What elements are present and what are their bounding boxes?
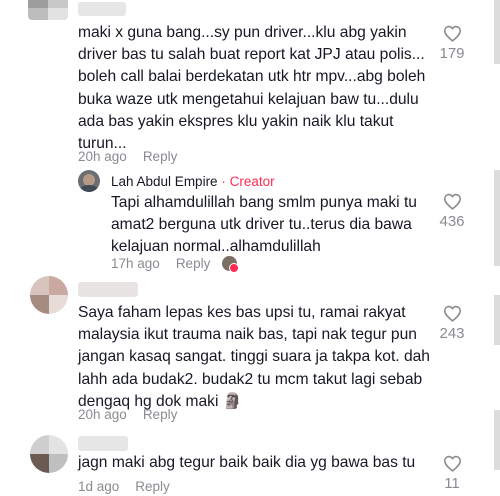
like-button[interactable]: 243 [437,305,467,342]
edge-strip [494,0,500,64]
edge-strip [494,170,500,266]
comment-time: 20h ago [78,149,127,164]
creator-badge: Creator [229,174,275,189]
comment-line: Saya faham lepas kes bas upsi tu, ramai … [78,304,406,321]
commenter-avatar[interactable] [30,276,68,314]
comment-meta: 20h ago Reply [78,149,177,165]
comment-text: jagn maki abg tegur baik baik dia yg baw… [78,452,415,474]
like-button[interactable]: 179 [437,25,467,62]
comment-line: Tapi alhamdulillah bang smlm punya maki … [111,194,417,211]
commenter-username[interactable] [78,2,126,16]
comment-time: 20h ago [78,407,127,422]
reply-button[interactable]: Reply [176,256,211,271]
like-count: 436 [439,213,465,230]
like-count: 179 [439,45,465,62]
commenter-username[interactable] [78,282,138,297]
creator-name-row: Lah Abdul Empire · Creator [111,174,275,189]
heart-outline-icon [443,25,461,42]
commenter-avatar[interactable] [28,0,68,20]
comment-line: jangan kasaq sangat. tinggi suara ja tak… [78,348,430,366]
comment-line: driver bas tu salah buat report kat JPJ … [78,46,425,64]
reply-button[interactable]: Reply [143,407,178,422]
like-button[interactable]: 11 [437,455,467,492]
comment-meta: 1d ago Reply [78,479,170,495]
creator-avatar[interactable] [78,170,100,192]
edge-strip [494,295,500,345]
comment-meta: 17h ago Reply [111,256,210,272]
comment-line: maki x guna bang...sy pun driver...klu a… [78,24,407,41]
comment-line: buka waze utk mengetahui kelajuan baw tu… [78,90,419,108]
comment-time: 1d ago [78,479,120,494]
reply-button[interactable]: Reply [135,479,170,494]
comment-line: boleh call balai berdekatan utk htr mpv.… [78,68,426,86]
edge-strip [494,410,500,470]
heart-outline-icon [443,305,461,322]
comment-text: maki x guna bang...sy pun driver...klu a… [78,22,425,155]
comment-line: amat2 berguna utk driver tu..terus dia b… [111,216,412,234]
creator-separator: · [221,174,226,189]
creator-liked-avatar-icon [222,256,239,273]
creator-username[interactable]: Lah Abdul Empire [111,174,218,189]
comment-line: malaysia ikut trauma naik bas, tapi nak … [78,326,417,344]
reply-text: Tapi alhamdulillah bang smlm punya maki … [111,192,417,259]
comment-meta: 20h ago Reply [78,407,177,423]
commenter-avatar[interactable] [30,435,68,473]
comment-line: jagn maki abg tegur baik baik dia yg baw… [78,454,416,471]
comment-line: lahh ada budak2. budak2 tu mcm takut lag… [78,370,423,388]
like-button[interactable]: 436 [437,193,467,230]
comment-text: Saya faham lepas kes bas upsi tu, ramai … [78,302,430,413]
creator-liked-heart-icon [229,263,239,273]
like-count: 11 [444,475,460,492]
comment-time: 17h ago [111,256,160,271]
comment-line: ada bas yakin ekspres klu yakin naik klu… [78,112,394,130]
commenter-username[interactable] [78,436,128,451]
like-count: 243 [439,325,465,342]
reply-button[interactable]: Reply [143,149,178,164]
heart-outline-icon [443,193,461,210]
heart-outline-icon [443,455,461,472]
